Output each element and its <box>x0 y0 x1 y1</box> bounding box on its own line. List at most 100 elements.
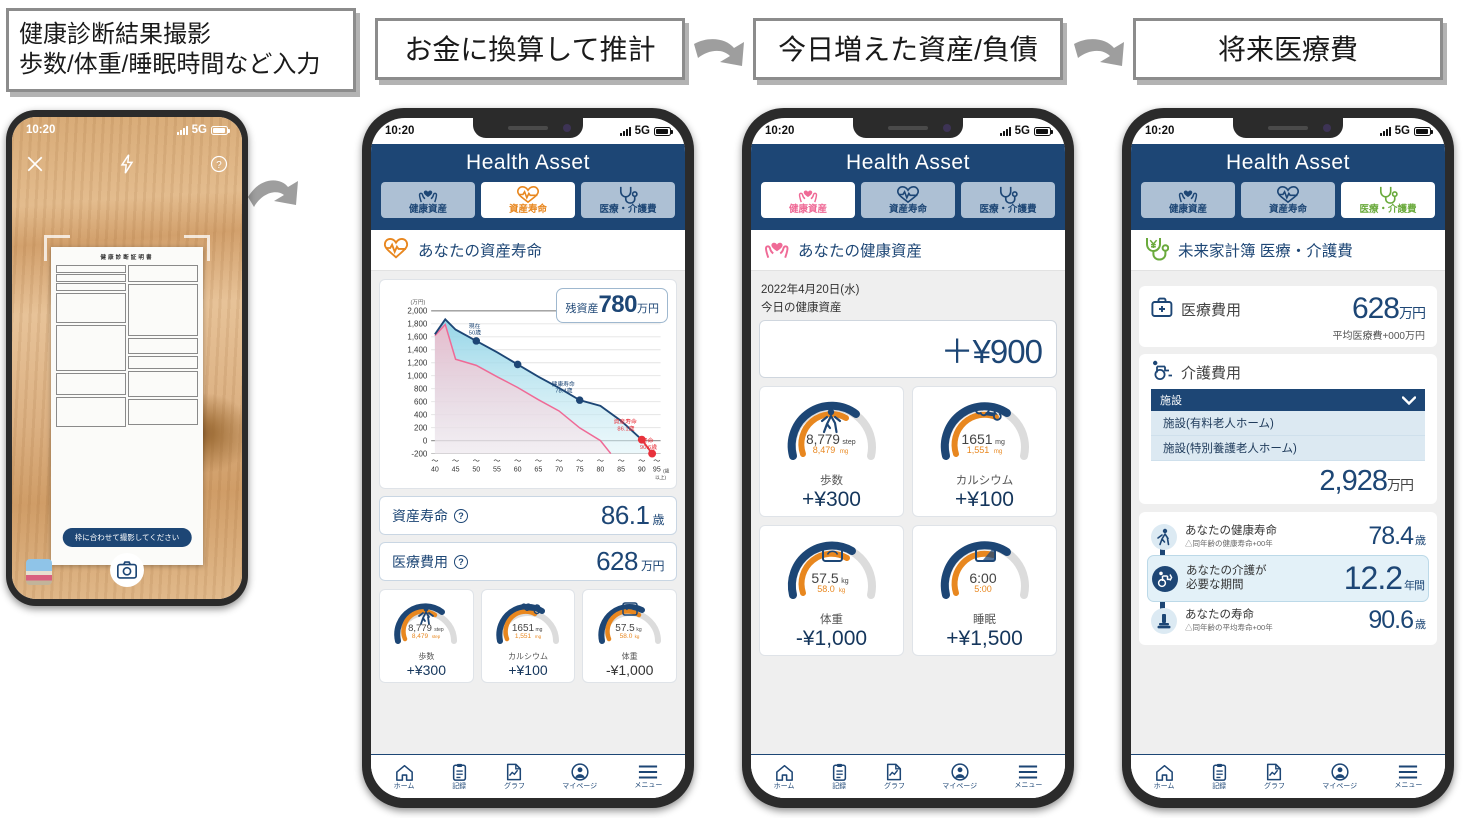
tab-asset-life[interactable]: 資産寿命 <box>1241 182 1335 219</box>
weight-sub: 58.0 <box>817 584 835 594</box>
phone-asset-life: 10:20 5G Health Asset 健康資産 資産寿命 医療・介護費 あ… <box>362 108 694 808</box>
nav-record[interactable]: 記録 <box>1212 763 1227 790</box>
flash-icon[interactable] <box>119 154 135 174</box>
gauge-calcium-label: カルシウム <box>955 475 1014 488</box>
gauge-card-weight[interactable]: 57.5 kg 58.0 kg 体重 -¥1,000 <box>759 525 904 657</box>
svg-text:65: 65 <box>534 467 542 474</box>
nav-home[interactable]: ホーム <box>394 764 414 790</box>
tab-medical-care[interactable]: 医療・介護費 <box>581 182 675 219</box>
tab-asset-life[interactable]: 資産寿命 <box>481 182 575 219</box>
gauge-card-sleep[interactable]: 6:00 5:00 睡眠 +¥1,500 <box>912 525 1057 657</box>
nav-menu-label: メニュー <box>634 782 663 789</box>
battery-icon <box>1414 126 1433 136</box>
life-healthy-value: 78.4 <box>1368 522 1414 551</box>
svg-text:0: 0 <box>423 437 428 446</box>
gauge-card-calcium[interactable]: 1651 mg 1,551 mg カルシウム +¥100 <box>480 589 576 684</box>
gauge-card-steps[interactable]: 8,779 step 8,479 mg 歩数 +¥300 <box>759 386 904 518</box>
svg-text:85: 85 <box>617 467 625 474</box>
svg-text:〜: 〜 <box>514 459 521 466</box>
facility-dropdown-selected[interactable]: 施設 <box>1151 389 1425 412</box>
tab-bar: 健康資産 資産寿命 医療・介護費 <box>751 175 1065 222</box>
tab-health-asset-label: 健康資産 <box>408 204 447 215</box>
tab-health-asset[interactable]: 健康資産 <box>761 182 855 219</box>
weight-unit: kg <box>841 578 849 585</box>
svg-text:step: step <box>432 634 441 639</box>
svg-text:mg: mg <box>535 634 542 639</box>
tab-health-asset[interactable]: 健康資産 <box>1141 182 1235 219</box>
svg-text:〜: 〜 <box>653 459 660 466</box>
nav-mypage[interactable]: マイページ <box>562 763 597 790</box>
photo-thumbnail[interactable] <box>26 559 52 585</box>
gauge-card-calcium[interactable]: 1651 mg 1,551 mg カルシウム +¥100 <box>912 386 1057 518</box>
tab-bar: 健康資産 資産寿命 医療・介護費 <box>371 175 685 222</box>
gauge-calcium-label: カルシウム <box>508 652 548 662</box>
nav-graph[interactable]: グラフ <box>504 763 525 790</box>
tab-asset-life-label: 資産寿命 <box>508 204 547 215</box>
nav-mypage[interactable]: マイページ <box>942 763 977 790</box>
care-cost-label: 介護費用 <box>1181 364 1242 382</box>
today-subtitle: 今日の健康資産 <box>761 302 842 315</box>
content-area: 医療費用 628万円 平均医療費+000万円 介護費用 施設 施設(有料老人ホー… <box>1131 271 1445 798</box>
tab-asset-life[interactable]: 資産寿命 <box>861 182 955 219</box>
help-icon[interactable]: ? <box>454 508 468 523</box>
flow-arrow-1 <box>248 180 298 207</box>
flow-step-future-label: 将来医療費 <box>1217 33 1358 65</box>
nav-graph-label: グラフ <box>1263 783 1285 790</box>
nav-mypage[interactable]: マイページ <box>1322 763 1357 790</box>
steps-sub: 8,479 <box>412 633 429 640</box>
medical-cost-unit: 万円 <box>1399 305 1426 322</box>
svg-text:〜: 〜 <box>535 459 542 466</box>
gauge-card-weight[interactable]: 57.5 kg 58.0 kg 体重 -¥1,000 <box>582 589 678 684</box>
remaining-asset-label: 残資産 <box>565 303 599 316</box>
bottom-navigation: ホーム 記録 グラフ マイページ メニュー <box>371 754 685 798</box>
svg-text:〜: 〜 <box>638 459 645 466</box>
walking-person-icon <box>1151 523 1177 550</box>
help-icon[interactable]: ? <box>454 554 468 569</box>
phone-future-cost: 10:20 5G Health Asset 健康資産 資産寿命 医療・介護費 未… <box>1122 108 1454 808</box>
calcium-gauge: 1651 mg 1,551 mg <box>940 402 1029 461</box>
gauge-card-steps[interactable]: 8,779 step 8,479 step 歩数 +¥300 <box>379 589 474 684</box>
nav-record[interactable]: 記録 <box>832 763 847 790</box>
user-circle-icon <box>1331 763 1349 781</box>
svg-text:資産寿命: 資産寿命 <box>614 418 637 426</box>
weight-sub: 58.0 <box>619 633 632 640</box>
today-total-box: ＋¥900 <box>759 320 1057 379</box>
tab-health-asset-label: 健康資産 <box>1168 204 1207 215</box>
close-icon[interactable] <box>26 155 44 173</box>
battery-icon <box>211 125 230 135</box>
tab-medical-care[interactable]: 医療・介護費 <box>961 182 1055 219</box>
app-title: Health Asset <box>1226 151 1350 174</box>
svg-text:60: 60 <box>514 467 522 474</box>
nav-graph[interactable]: グラフ <box>884 763 905 790</box>
nav-home[interactable]: ホーム <box>1154 764 1174 790</box>
steps-gauge: 8,779 step 8,479 step <box>394 603 458 645</box>
phone-camera: 健康診断証明書 10:20 5G ? 枠に合わせて撮影してください <box>6 110 248 606</box>
svg-text:95: 95 <box>653 467 661 474</box>
gauge-weight-money: -¥1,000 <box>605 662 654 679</box>
svg-text:mg: mg <box>993 449 1001 455</box>
facility-dropdown[interactable]: 施設 施設(有料老人ホーム) 施設(特別養護老人ホーム) <box>1151 389 1425 462</box>
nav-menu[interactable]: メニュー <box>634 764 662 789</box>
tab-health-asset[interactable]: 健康資産 <box>381 182 475 219</box>
gauge-sleep-money: +¥1,500 <box>946 627 1023 651</box>
facility-option-2[interactable]: 施設(特別養護老人ホーム) <box>1151 436 1425 462</box>
svg-text:-200: -200 <box>411 450 428 459</box>
svg-text:kg: kg <box>634 634 639 639</box>
facility-option-1[interactable]: 施設(有料老人ホーム) <box>1151 411 1425 437</box>
camera-shutter-button[interactable] <box>110 553 144 587</box>
weight-gauge: 57.5 kg 58.0 kg <box>787 542 876 600</box>
camera-hint: 枠に合わせて撮影してください <box>62 528 192 547</box>
wheelchair-icon <box>1151 360 1173 384</box>
help-icon[interactable]: ? <box>210 155 228 173</box>
status-time: 10:20 <box>385 125 415 137</box>
app-title: Health Asset <box>846 151 970 174</box>
nav-graph[interactable]: グラフ <box>1264 763 1285 790</box>
nav-home[interactable]: ホーム <box>774 764 794 790</box>
heart-pulse-icon <box>481 186 575 204</box>
network-label: 5G <box>191 124 207 136</box>
nav-menu[interactable]: メニュー <box>1394 764 1422 789</box>
nav-menu[interactable]: メニュー <box>1014 764 1042 789</box>
signal-icon <box>619 126 631 136</box>
tab-medical-care[interactable]: 医療・介護費 <box>1341 182 1435 219</box>
nav-record[interactable]: 記録 <box>452 763 467 790</box>
